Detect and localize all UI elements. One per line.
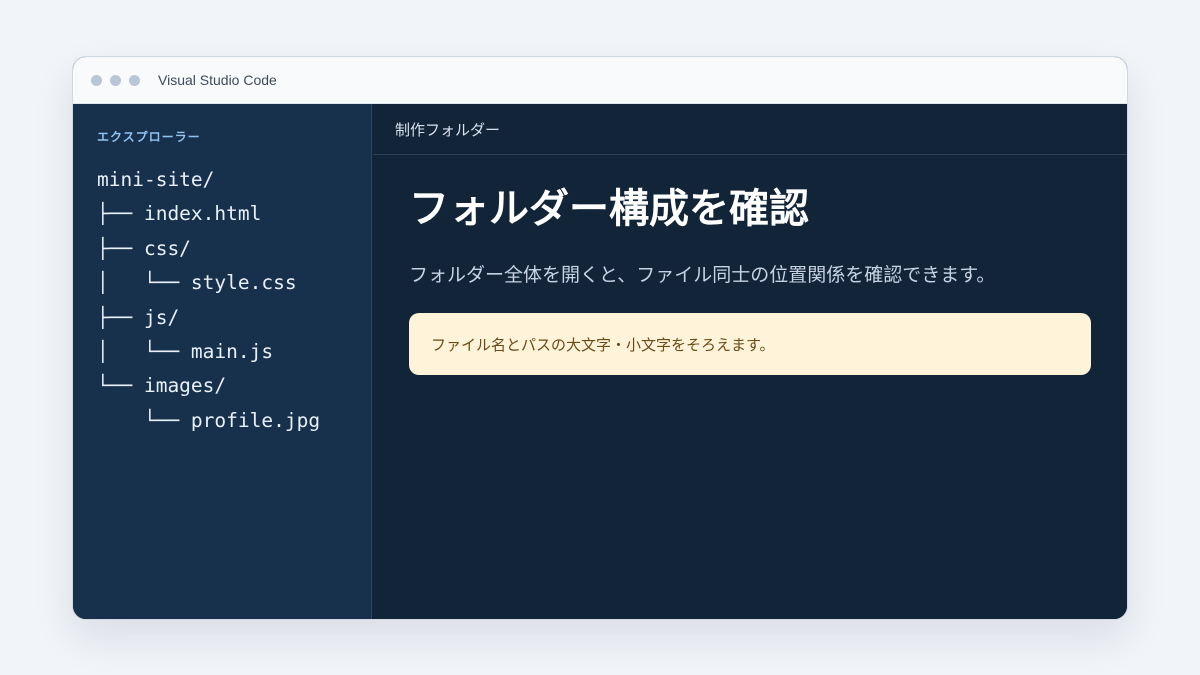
note-text: ファイル名とパスの大文字・小文字をそろえます。 [431,335,775,354]
app-title: Visual Studio Code [158,72,277,88]
maximize-window-icon[interactable] [129,74,140,86]
tree-item-js-folder[interactable]: ├── js/ [97,301,371,335]
explorer-title: エクスプローラー [97,130,201,144]
editor-main: 制作フォルダー フォルダー構成を確認 フォルダー全体を開くと、ファイル同士の位置… [373,104,1127,619]
page-title: フォルダー構成を確認 [409,186,809,232]
tree-item-mini-site-folder[interactable]: mini-site/ [97,163,371,197]
tab-production-folder[interactable]: 制作フォルダー [395,119,500,140]
note-box: ファイル名とパスの大文字・小文字をそろえます。 [409,313,1091,375]
description-text: フォルダー全体を開くと、ファイル同士の位置関係を確認できます。 [409,264,996,286]
close-window-icon[interactable] [91,74,102,86]
minimize-window-icon[interactable] [110,74,121,86]
tab-bar: 制作フォルダー [373,104,1127,155]
tree-item-css-folder[interactable]: ├── css/ [97,232,371,266]
tree-item-style-css[interactable]: │ └── style.css [97,266,371,300]
tree-item-main-js[interactable]: │ └── main.js [97,335,371,369]
tree-item-profile-jpg[interactable]: └── profile.jpg [97,404,371,438]
tree-item-images-folder[interactable]: └── images/ [97,369,371,403]
explorer-sidebar: エクスプローラー mini-site/ ├── index.html ├── c… [73,104,372,619]
title-bar: Visual Studio Code [73,57,1127,104]
code-editor-window: Visual Studio Code エクスプローラー mini-site/ ├… [72,56,1128,620]
folder-tree: mini-site/ ├── index.html ├── css/ │ └──… [97,163,371,438]
tree-item-index-html[interactable]: ├── index.html [97,197,371,231]
window-controls [91,74,140,86]
editor-content: フォルダー構成を確認 フォルダー全体を開くと、ファイル同士の位置関係を確認できま… [373,155,1127,375]
